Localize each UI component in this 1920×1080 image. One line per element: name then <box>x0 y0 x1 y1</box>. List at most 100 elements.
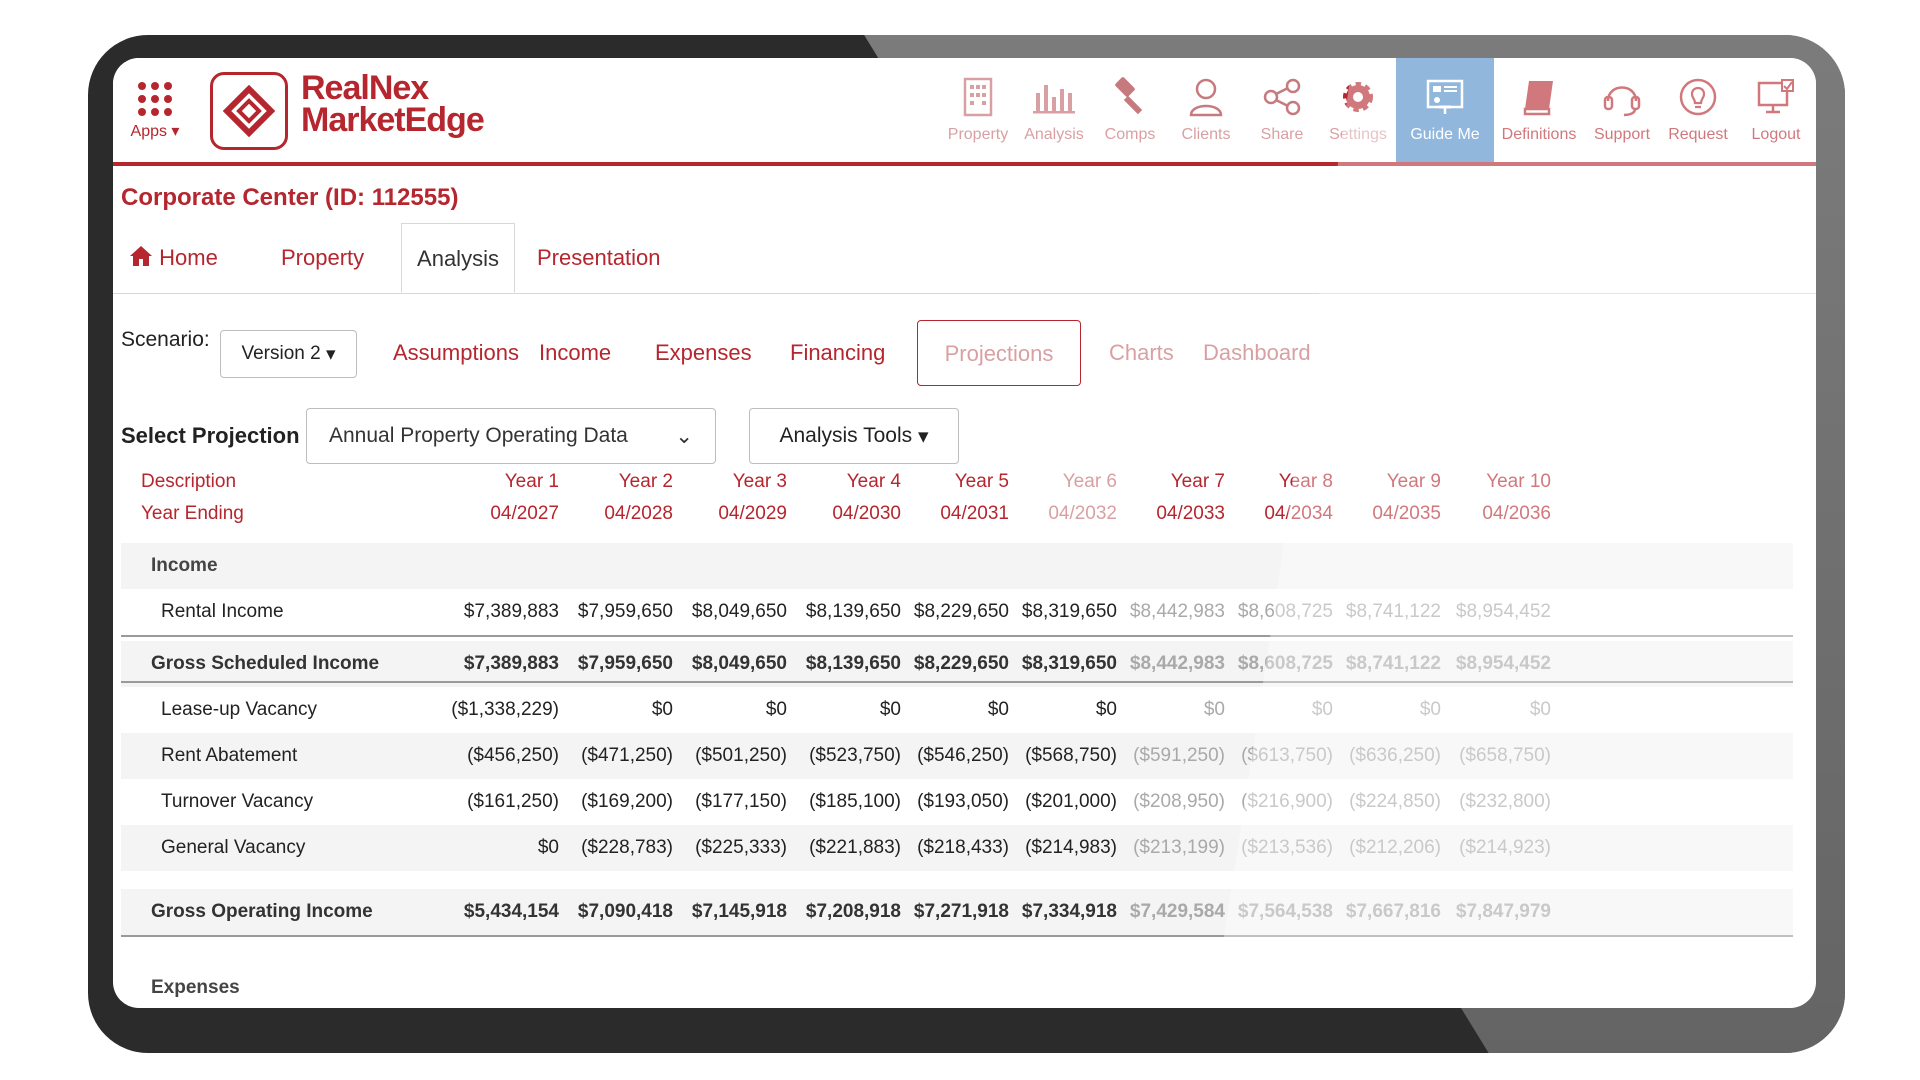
subtab-income-label: Income <box>539 340 612 365</box>
tab-home[interactable]: Home <box>129 223 218 293</box>
nav-settings-label: Settings <box>1329 126 1387 143</box>
header-year-1: Year 1 <box>504 471 559 492</box>
table-cell: $0 <box>765 699 787 720</box>
nav-definitions[interactable]: Definitions <box>1494 58 1584 162</box>
nav-logout[interactable]: Logout <box>1736 58 1816 162</box>
guide-icon <box>1425 74 1465 120</box>
row-label: Rent Abatement <box>161 745 298 766</box>
table-cell: ($1,338,229) <box>451 699 559 720</box>
tab-property[interactable]: Property <box>281 223 364 293</box>
scenario-select[interactable]: Version 2 ▾ <box>220 330 357 378</box>
header-year-6: Year 6 <box>1062 471 1117 492</box>
subtab-expenses[interactable]: Expenses <box>655 320 752 386</box>
table-cell: ($456,250) <box>467 745 559 766</box>
tab-analysis[interactable]: Analysis <box>401 223 515 293</box>
table-cell: ($225,333) <box>695 837 787 858</box>
header-date-8: 04/2034 <box>1264 503 1333 524</box>
subtab-projections-label: Projections <box>944 341 1054 366</box>
projection-select[interactable]: Annual Property Operating Data ⌄ <box>306 408 716 464</box>
nav-clients[interactable]: Clients <box>1168 58 1244 162</box>
row-label: Gross Operating Income <box>151 901 373 922</box>
analysis-tools-label: Analysis Tools <box>779 424 913 447</box>
analysis-tools-button[interactable]: Analysis Tools ▾ <box>749 408 959 464</box>
table-cell: ($169,200) <box>581 791 673 812</box>
subtab-assumptions[interactable]: Assumptions <box>393 320 519 386</box>
nav-clients-label: Clients <box>1181 126 1231 143</box>
gavel-icon <box>1110 74 1150 120</box>
header-date-3: 04/2029 <box>718 503 787 524</box>
logo-mark-icon <box>210 72 288 150</box>
tab-presentation[interactable]: Presentation <box>537 223 661 293</box>
row-label: Rental Income <box>161 601 284 622</box>
book-icon <box>1521 74 1557 120</box>
subtab-financing[interactable]: Financing <box>790 320 885 386</box>
header-date-7: 04/2033 <box>1156 503 1225 524</box>
nav-settings[interactable]: Settings <box>1320 58 1396 162</box>
header-year-8: Year 8 <box>1278 471 1333 492</box>
subtab-income[interactable]: Income <box>539 320 611 386</box>
header-date-1: 04/2027 <box>490 503 559 524</box>
nav-guide-me[interactable]: Guide Me <box>1396 58 1494 162</box>
nav-property-label: Property <box>947 126 1009 143</box>
nav-request-label: Request <box>1668 126 1728 143</box>
subtab-charts-label: Charts <box>1109 340 1174 365</box>
subtab-dashboard[interactable]: Dashboard <box>1203 320 1311 386</box>
header-date-6: 04/2032 <box>1048 503 1117 524</box>
row-label: Lease-up Vacancy <box>161 699 317 720</box>
header-year-4: Year 4 <box>846 471 901 492</box>
table-row: Gross Operating Income $5,434,154 $7,090,4… <box>121 889 1793 935</box>
share-icon <box>1262 74 1302 120</box>
table-cell: $5,434,154 <box>463 901 559 922</box>
apps-grid-icon <box>123 82 187 116</box>
table-cell: $7,847,979 <box>1455 901 1551 922</box>
header-date-10: 04/2036 <box>1482 503 1551 524</box>
nav-share-label: Share <box>1260 126 1304 143</box>
table-cell: $7,959,650 <box>577 601 673 622</box>
building-icon <box>963 74 993 120</box>
logo-line-2: MarketEdge <box>301 101 485 139</box>
subtab-expenses-label: Expenses <box>655 340 752 365</box>
tab-presentation-label: Presentation <box>537 245 661 270</box>
header-date-5: 04/2031 <box>940 503 1009 524</box>
logo-line-1: RealNex <box>301 69 429 107</box>
table-cell: ($161,250) <box>467 791 559 812</box>
nav-logout-label: Logout <box>1751 126 1801 143</box>
header-year-3: Year 3 <box>732 471 787 492</box>
table-cell: ($232,800) <box>1459 791 1551 812</box>
nav-comps-label: Comps <box>1104 126 1156 143</box>
apps-menu-button[interactable]: Apps ▾ <box>123 82 187 141</box>
table-cell: $7,389,883 <box>463 601 559 622</box>
header-year-10: Year 10 <box>1486 471 1551 492</box>
nav-share[interactable]: Share <box>1244 58 1320 162</box>
nav-analysis[interactable]: Analysis <box>1016 58 1092 162</box>
header-year-9: Year 9 <box>1386 471 1441 492</box>
table-cell: $0 <box>651 699 673 720</box>
nav-definitions-label: Definitions <box>1501 126 1577 143</box>
row-label: General Vacancy <box>161 837 306 858</box>
scenario-label: Scenario: <box>121 328 210 351</box>
nav-property[interactable]: Property <box>940 58 1016 162</box>
gear-icon <box>1339 74 1377 120</box>
table-cell: ($177,150) <box>695 791 787 812</box>
table-header: Description Year Ending Year 1 04/2027 Yea… <box>121 463 1793 546</box>
person-icon <box>1188 74 1224 120</box>
table-cell: ($501,250) <box>695 745 787 766</box>
nav-comps[interactable]: Comps <box>1092 58 1168 162</box>
nav-support[interactable]: Support <box>1584 58 1660 162</box>
lightbulb-icon <box>1678 74 1718 120</box>
subtab-charts[interactable]: Charts <box>1109 320 1174 386</box>
table-cell: $7,090,418 <box>577 901 673 922</box>
header-date-2: 04/2028 <box>604 503 673 524</box>
scenario-value: Version 2 <box>241 343 321 364</box>
chevron-down-icon: ⌄ <box>675 424 693 448</box>
table-cell: $0 <box>1529 699 1551 720</box>
nav-analysis-label: Analysis <box>1024 126 1084 143</box>
table-cell: $8,049,650 <box>691 601 787 622</box>
bar-chart-icon <box>1032 74 1076 120</box>
subtab-projections[interactable]: Projections <box>917 320 1081 386</box>
nav-request[interactable]: Request <box>1660 58 1736 162</box>
nav-support-label: Support <box>1593 126 1651 143</box>
table-row: Lease-up Vacancy ($1,338,229) $0 $0 $0 $0 $0 $0… <box>121 687 1793 733</box>
logo-wordmark: RealNex MarketEdge <box>301 69 485 139</box>
table-row: Rental Income $7,389,883 $7,959,650 $8,049,… <box>121 589 1793 635</box>
